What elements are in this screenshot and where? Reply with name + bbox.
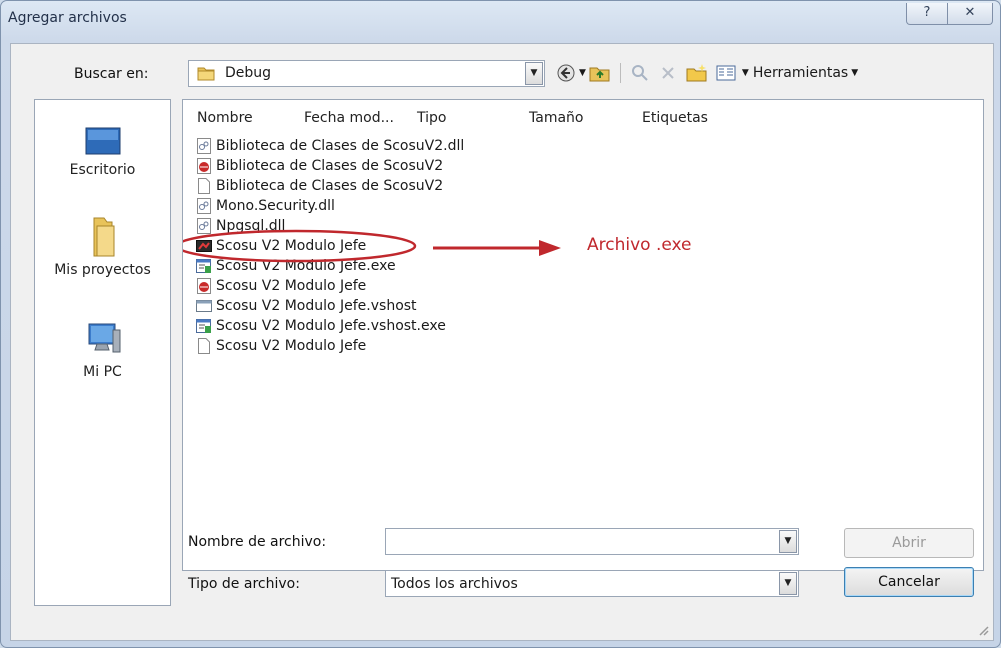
annotation-overlay — [183, 229, 561, 263]
search-web-icon[interactable] — [630, 63, 650, 83]
views-dropdown-icon[interactable]: ▼ — [742, 68, 749, 78]
filetype-dropdown-button[interactable]: ▼ — [779, 572, 797, 595]
help-icon: ? — [923, 5, 931, 20]
filename-dropdown-button[interactable]: ▼ — [779, 530, 797, 553]
filetype-label: Tipo de archivo: — [188, 576, 300, 592]
lookin-value: Debug — [225, 65, 272, 81]
lookin-label: Buscar en: — [74, 66, 149, 82]
filename-label: Nombre de archivo: — [188, 534, 327, 550]
up-folder-icon[interactable] — [589, 63, 611, 83]
place-escritorio[interactable]: Escritorio — [35, 126, 170, 178]
help-button[interactable]: ? — [906, 3, 948, 25]
chevron-down-icon: ▼ — [784, 536, 792, 546]
folder-icon — [93, 217, 114, 257]
filetype-combo[interactable]: Todos los archivos ▼ — [385, 570, 799, 597]
back-dropdown-icon[interactable]: ▼ — [579, 68, 586, 78]
open-button[interactable]: Abrir — [844, 528, 974, 558]
cancel-button[interactable]: Cancelar — [844, 567, 974, 597]
toolbar: ▼ ▼ Herramientas ▼ — [556, 62, 858, 84]
file-name: Scosu V2 Modulo Jefe — [216, 338, 367, 354]
filename-combo[interactable]: ▼ — [385, 528, 799, 555]
toolbar-separator — [619, 63, 621, 83]
file-name: Scosu V2 Modulo Jefe.vshost.exe — [216, 318, 446, 334]
file-dialog-window: Agregar archivos ? ✕ Buscar en: Debug ▼ … — [0, 0, 1001, 648]
places-bar: Escritorio Mis proyectos Mi PC — [34, 99, 171, 606]
tools-dropdown-icon[interactable]: ▼ — [851, 68, 858, 78]
lookin-dropdown-button[interactable]: ▼ — [525, 62, 543, 85]
window-title: Agregar archivos — [8, 10, 127, 26]
folder-icon — [197, 67, 215, 81]
desktop-icon — [85, 127, 120, 155]
resize-grip-icon[interactable] — [977, 624, 989, 636]
filetype-value: Todos los archivos — [391, 576, 518, 592]
file-row[interactable]: Scosu V2 Modulo Jefe.vshost.exe — [196, 316, 446, 336]
config-icon — [196, 319, 211, 333]
back-icon[interactable] — [556, 63, 576, 83]
close-button[interactable]: ✕ — [947, 3, 993, 25]
computer-icon — [88, 323, 120, 353]
file-name: Scosu V2 Modulo Jefe.vshost — [216, 298, 417, 314]
new-folder-icon[interactable] — [686, 63, 708, 83]
window-app-icon — [196, 300, 212, 312]
views-icon[interactable] — [716, 63, 738, 83]
annotation-label: Archivo .exe — [587, 235, 692, 255]
chevron-down-icon: ▼ — [784, 578, 792, 588]
place-label: Mis proyectos — [54, 262, 151, 278]
close-icon: ✕ — [964, 5, 976, 20]
file-list[interactable]: Nombre Fecha mod... Tipo Tamaño Etiqueta… — [182, 99, 984, 571]
place-label: Mi PC — [83, 364, 122, 380]
lookin-combo[interactable]: Debug ▼ — [188, 60, 545, 87]
file-row[interactable]: Scosu V2 Modulo Jefe — [196, 336, 366, 356]
blank-file-icon — [198, 338, 210, 354]
dialog-client-area: Buscar en: Debug ▼ ▼ ▼ Herramientas ▼ Es… — [10, 43, 994, 641]
filename-input[interactable] — [390, 532, 764, 550]
chevron-down-icon: ▼ — [530, 68, 538, 78]
place-label: Escritorio — [69, 162, 136, 178]
place-mi-pc[interactable]: Mi PC — [35, 316, 170, 380]
delete-icon[interactable] — [658, 63, 678, 83]
annotation-arrow-icon — [539, 240, 561, 256]
tools-menu-label[interactable]: Herramientas — [753, 65, 848, 81]
place-mis-proyectos[interactable]: Mis proyectos — [35, 214, 170, 278]
annotation-ellipse — [183, 229, 417, 263]
